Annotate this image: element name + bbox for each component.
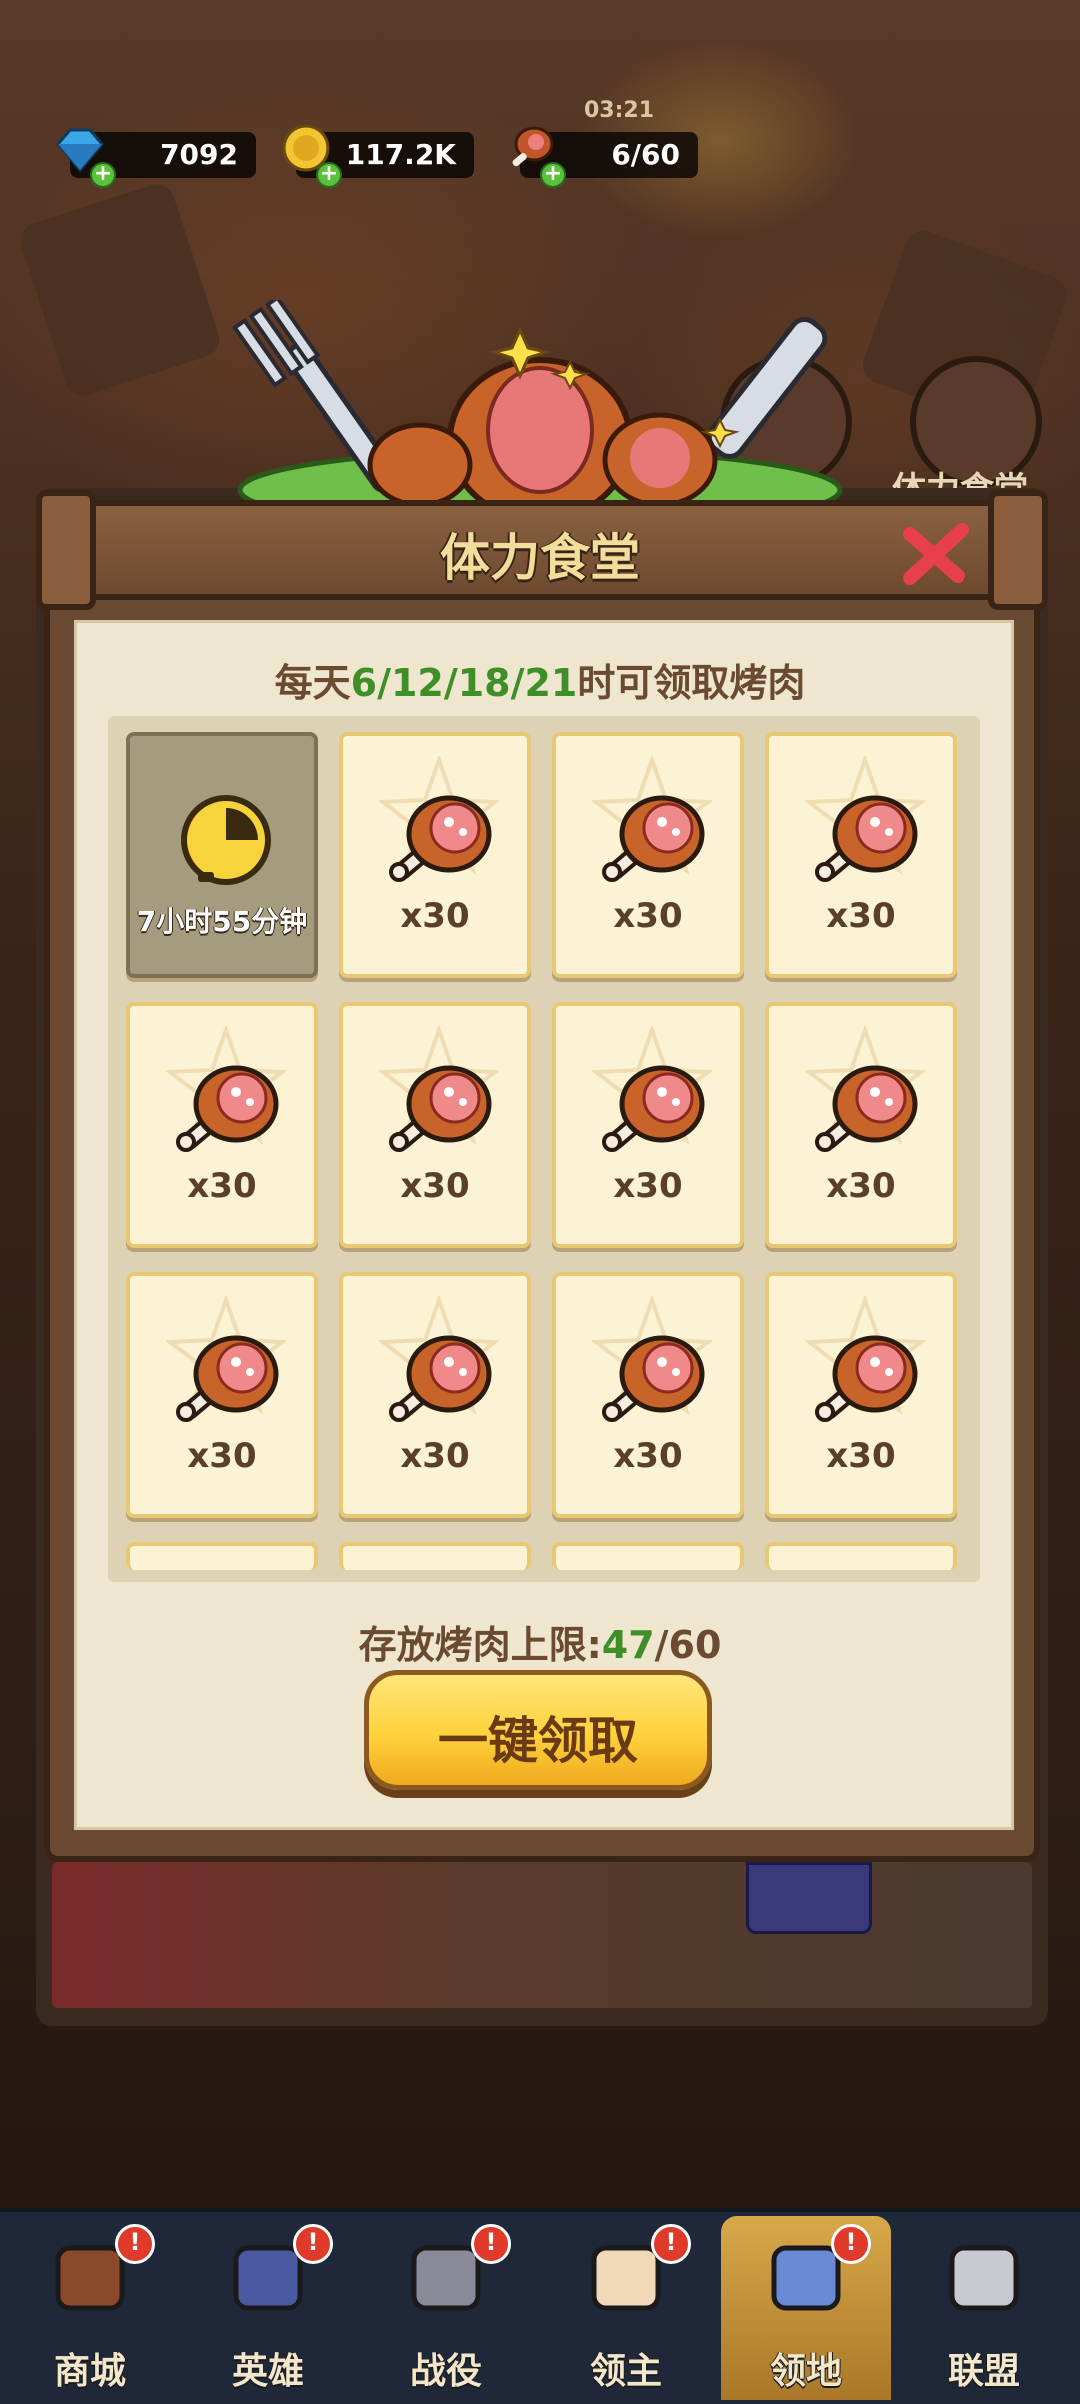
schedule-prefix: 每天: [274, 661, 351, 705]
nav-label: 联盟: [947, 2351, 1020, 2392]
reward-slot-meat[interactable]: x30: [126, 1272, 318, 1518]
reward-quantity: x30: [826, 896, 896, 936]
nav-label: 英雄: [231, 2351, 304, 2392]
add-gems-icon[interactable]: +: [90, 162, 116, 188]
reward-slot-partial[interactable]: [126, 1542, 318, 1570]
reward-slot-meat[interactable]: x30: [552, 1002, 744, 1248]
claim-all-button[interactable]: 一键领取: [364, 1670, 712, 1790]
nav-item-lord[interactable]: 领主!: [541, 2216, 711, 2400]
meat-icon: [602, 1065, 705, 1152]
reward-quantity: x30: [400, 1166, 470, 1206]
reward-slot-meat[interactable]: x30: [339, 1002, 531, 1248]
meat-icon: [602, 795, 705, 882]
reward-quantity: x30: [826, 1436, 896, 1476]
meat-icon: [815, 795, 918, 882]
gold-counter[interactable]: + 117.2K: [282, 124, 474, 188]
nav-label: 领地: [769, 2351, 842, 2392]
reward-quantity: x30: [826, 1166, 896, 1206]
claim-all-label: 一键领取: [438, 1712, 638, 1770]
stamina-counter[interactable]: + 6/60: [512, 126, 698, 188]
background-tab: [746, 1862, 872, 1934]
meat-icon: [389, 1335, 492, 1422]
reward-slot-meat[interactable]: x30: [765, 1272, 957, 1518]
nav-item-campaign[interactable]: 战役!: [361, 2216, 531, 2400]
reward-quantity: x30: [613, 1436, 683, 1476]
clock-icon: [181, 795, 271, 885]
reward-quantity: x30: [187, 1166, 257, 1206]
nav-label: 领主: [589, 2351, 662, 2392]
add-gold-icon[interactable]: +: [316, 162, 342, 188]
nav-item-heroes[interactable]: 英雄!: [183, 2216, 353, 2400]
storage-limit: 存放烤肉上限:47/60: [0, 1614, 1080, 1669]
add-stamina-icon[interactable]: +: [540, 162, 566, 188]
food-platter-icon: [232, 300, 843, 510]
meat-icon: [389, 795, 492, 882]
limit-label: 存放烤肉上限:: [358, 1623, 602, 1667]
reward-slot-meat[interactable]: x30: [765, 732, 957, 978]
gem-value: 7092: [160, 138, 238, 171]
notification-badge: !: [831, 2224, 871, 2264]
stamina-value: 6/60: [611, 138, 680, 171]
slot-countdown: 7小时55分钟: [136, 905, 308, 938]
meat-icon: [815, 1065, 918, 1152]
stamina-refill-timer: 03:21: [584, 98, 655, 123]
meat-icon: [176, 1065, 279, 1152]
schedule-suffix: 时可领取烤肉: [577, 661, 806, 705]
reward-slot-pending[interactable]: 7小时55分钟: [126, 732, 318, 978]
nav-item-territory[interactable]: 领地!: [721, 2216, 891, 2400]
claim-schedule-text: 每天6/12/18/21时可领取烤肉: [0, 652, 1080, 707]
reward-quantity: x30: [613, 896, 683, 936]
reward-slot-partial[interactable]: [765, 1542, 957, 1570]
notification-badge: !: [115, 2224, 155, 2264]
nav-label: 战役: [409, 2351, 482, 2392]
limit-max: /60: [654, 1623, 722, 1667]
reward-quantity: x30: [613, 1166, 683, 1206]
notification-badge: !: [651, 2224, 691, 2264]
close-icon: [903, 523, 969, 585]
gem-counter[interactable]: + 7092: [56, 128, 256, 188]
background-mine-scene: [52, 1862, 1032, 2008]
reward-quantity: x30: [400, 896, 470, 936]
meat-icon: [176, 1335, 279, 1422]
schedule-hours: 6/12/18/21: [350, 661, 578, 705]
reward-quantity: x30: [400, 1436, 470, 1476]
meat-icon: [815, 1335, 918, 1422]
notification-badge: !: [293, 2224, 333, 2264]
reward-slot-meat[interactable]: x30: [765, 1002, 957, 1248]
nav-label: 商城: [53, 2351, 126, 2392]
reward-slot-meat[interactable]: x30: [339, 1272, 531, 1518]
meat-icon: [602, 1335, 705, 1422]
meat-icon: [389, 1065, 492, 1152]
nav-item-shop[interactable]: 商城!: [5, 2216, 175, 2400]
alliance-icon: [949, 2245, 1019, 2311]
limit-current: 47: [601, 1623, 655, 1667]
reward-slot-partial[interactable]: [552, 1542, 744, 1570]
close-button[interactable]: [896, 514, 976, 594]
reward-slot-meat[interactable]: x30: [126, 1002, 318, 1248]
reward-quantity: x30: [187, 1436, 257, 1476]
reward-slot-partial[interactable]: [339, 1542, 531, 1570]
reward-slot-meat[interactable]: x30: [339, 732, 531, 978]
notification-badge: !: [471, 2224, 511, 2264]
reward-slot-meat[interactable]: x30: [552, 1272, 744, 1518]
gold-value: 117.2K: [345, 138, 456, 171]
nav-item-alliance[interactable]: 联盟: [899, 2216, 1069, 2400]
reward-slot-meat[interactable]: x30: [552, 732, 744, 978]
